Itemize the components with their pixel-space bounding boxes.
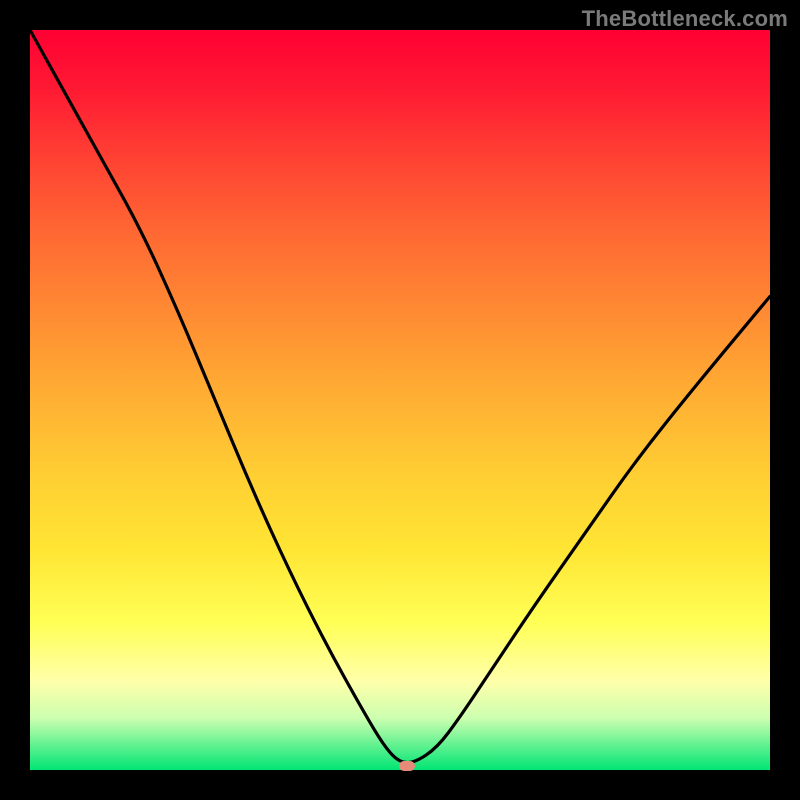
watermark-text: TheBottleneck.com [582, 6, 788, 32]
chart-stage: TheBottleneck.com [0, 0, 800, 800]
min-marker [399, 761, 415, 771]
plot-area [30, 30, 770, 770]
bottleneck-curve [30, 30, 770, 770]
